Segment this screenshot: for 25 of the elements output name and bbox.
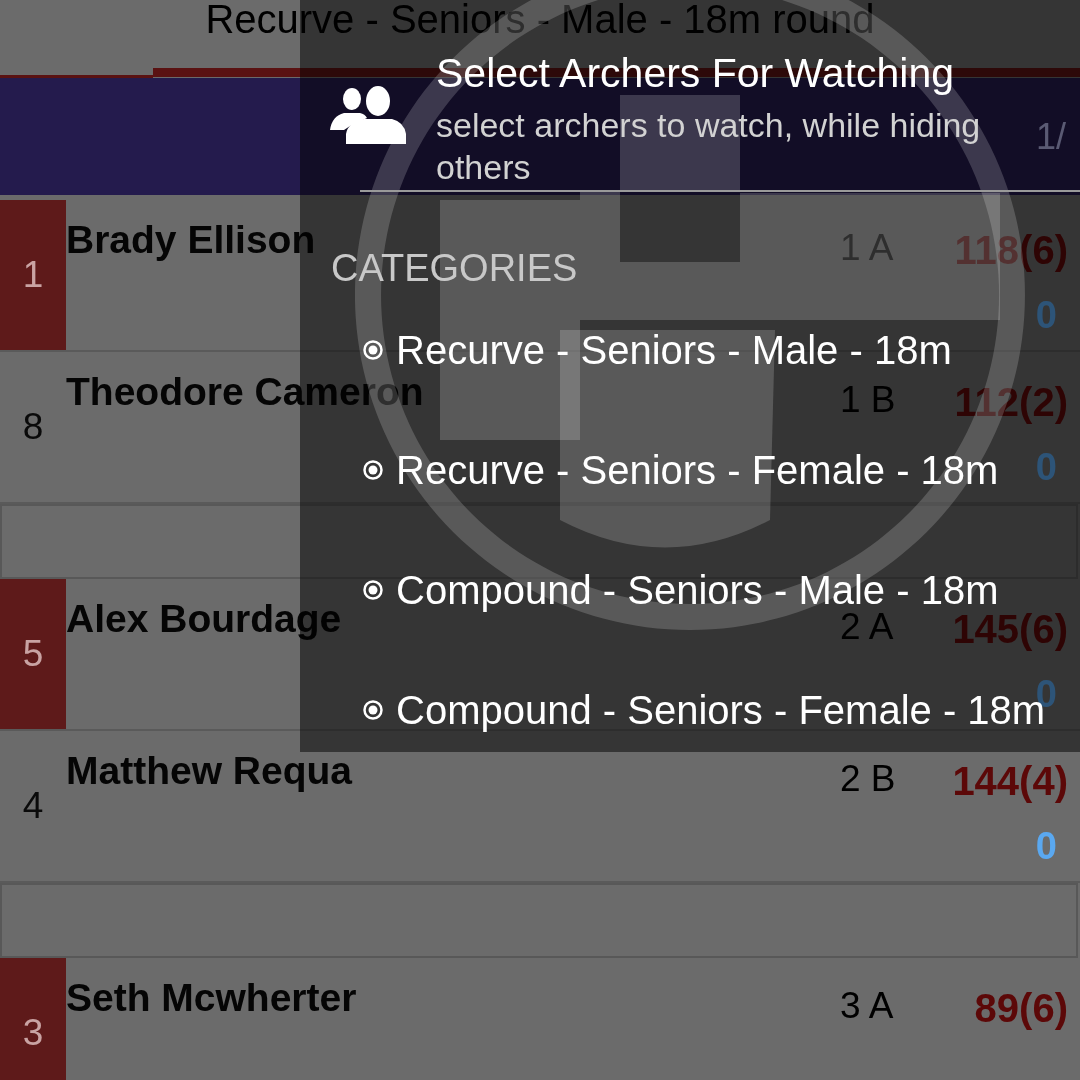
page-indicator: 1/ <box>1035 114 1066 159</box>
score-value: 144(4) <box>951 758 1069 804</box>
archer-name: Seth Mcwherter <box>66 975 357 1021</box>
score-value: 89(6) <box>973 985 1069 1031</box>
rank-cell-text: 4 <box>21 784 45 829</box>
category-option[interactable]: Recurve - Seniors - Male - 18m <box>363 330 952 370</box>
secondary-score: 0 <box>1035 444 1057 490</box>
target-label: 2 B <box>840 764 897 794</box>
archer-name: Matthew Requa <box>66 748 353 794</box>
rank-cell-text: 8 <box>21 405 45 450</box>
rank-cell: 1 <box>0 200 66 350</box>
rank-cell: 3 <box>0 958 66 1080</box>
category-option[interactable]: Recurve - Seniors - Female - 18m <box>363 450 999 490</box>
archer-name: Alex Bourdage <box>66 596 342 642</box>
dialog-title: Select Archers For Watching <box>436 50 955 96</box>
secondary-score: 0 <box>1035 292 1057 338</box>
secondary-score: 0 <box>1035 823 1057 869</box>
category-option[interactable]: Compound - Seniors - Male - 18m <box>363 570 999 610</box>
archer-name: Brady Ellison <box>66 217 316 263</box>
dialog-subtitle: select archers to watch, while hiding others <box>436 105 982 188</box>
archer-name: Theodore Cameron <box>66 369 424 415</box>
rank-cell: 5 <box>0 579 66 729</box>
target-label: 3 A <box>840 991 895 1021</box>
section-heading: CATEGORIES <box>331 247 578 289</box>
people-icon <box>330 86 406 144</box>
